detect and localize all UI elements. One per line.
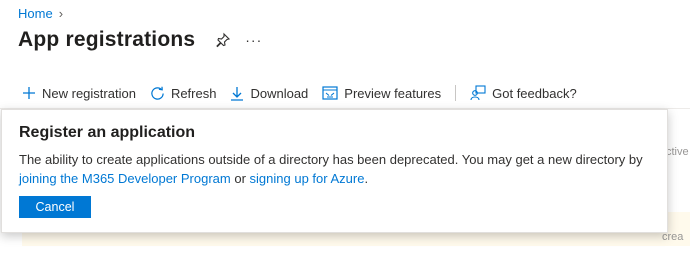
preview-features-icon	[322, 86, 338, 100]
refresh-button[interactable]: Refresh	[150, 85, 217, 101]
breadcrumb-home-link[interactable]: Home	[18, 6, 53, 21]
refresh-label: Refresh	[170, 85, 217, 101]
preview-features-button[interactable]: Preview features	[322, 86, 441, 101]
download-icon	[231, 86, 244, 101]
download-button[interactable]: Download	[230, 86, 308, 101]
command-bar: New registration Refresh Download Previe…	[22, 82, 690, 104]
toolbar-divider	[455, 85, 457, 101]
breadcrumb: Home ›	[18, 6, 63, 21]
m365-developer-program-link[interactable]: joining the M365 Developer Program	[19, 171, 231, 186]
page-header: App registrations ···	[18, 28, 262, 52]
dialog-title: Register an application	[19, 124, 196, 141]
feedback-label: Got feedback?	[492, 85, 577, 101]
sign-up-for-azure-link[interactable]: signing up for Azure	[250, 171, 365, 186]
download-label: Download	[250, 85, 309, 101]
chevron-right-icon: ›	[58, 6, 64, 21]
new-registration-label: New registration	[42, 85, 136, 101]
feedback-icon	[470, 85, 486, 101]
dialog-text: .	[364, 171, 369, 186]
more-options-icon[interactable]: ···	[245, 33, 262, 47]
register-application-dialog: Register an application The ability to c…	[1, 109, 668, 233]
new-registration-button[interactable]: New registration	[22, 86, 136, 101]
refresh-icon	[151, 86, 164, 100]
dialog-text: or	[230, 171, 250, 186]
feedback-button[interactable]: Got feedback?	[470, 85, 577, 101]
cancel-button[interactable]: Cancel	[19, 196, 91, 218]
plus-icon	[23, 87, 35, 99]
preview-features-label: Preview features	[344, 85, 442, 101]
pin-icon[interactable]	[215, 32, 231, 48]
dialog-text: The ability to create applications outsi…	[19, 152, 643, 167]
dialog-message: The ability to create applications outsi…	[19, 150, 647, 188]
page-title: App registrations	[18, 28, 196, 51]
